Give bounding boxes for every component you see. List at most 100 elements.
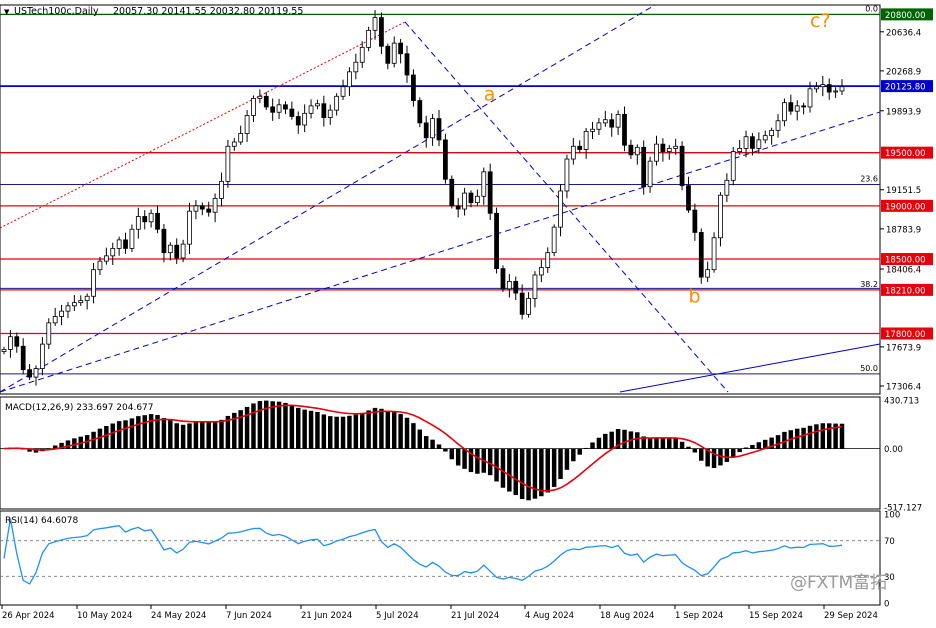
macd-bar [391, 412, 397, 449]
candle-up [647, 160, 653, 188]
macd-bar [193, 422, 199, 449]
candle-down [206, 208, 212, 213]
candle [711, 232, 717, 273]
macd-bar [308, 410, 314, 449]
candle-up [833, 90, 838, 93]
price-tag-text-7: 17800.00 [885, 330, 926, 340]
candle-up [340, 86, 346, 97]
chart-svg[interactable]: 0.023.638.250.0 abc? 430.7130.00-517.127… [0, 0, 936, 624]
macd-bar [756, 442, 762, 449]
rsi-tick-label-3: 0 [884, 600, 889, 610]
macd-bar [603, 433, 608, 449]
x-tick-label-11: 29 Sep 2024 [824, 611, 878, 621]
candle-up [308, 105, 314, 114]
wave-label-1: b [688, 286, 700, 308]
x-tick-label-6: 21 Jul 2024 [451, 611, 499, 621]
candle-down [826, 84, 832, 93]
macd-bar [334, 416, 339, 449]
macd-bar [168, 420, 173, 449]
candle-up [666, 148, 672, 153]
chart-window: 0.0 23.6 38.2 50.0 a b c? 430.713 0.00 -517.127… [0, 0, 936, 624]
macd-bar [276, 401, 282, 449]
candle-down [622, 113, 627, 146]
macd-bar [667, 438, 672, 449]
candle-up [97, 260, 103, 271]
candle-up [302, 112, 308, 126]
candle-down [398, 42, 403, 55]
macd-bar [72, 438, 77, 449]
candle-down [436, 118, 442, 141]
macd-bar [519, 448, 525, 500]
candle-down [27, 369, 32, 378]
macd-bar [750, 444, 755, 449]
macd-bar [206, 422, 211, 449]
macd-bar [161, 418, 167, 449]
macd-bar [180, 424, 186, 449]
candle-up [545, 252, 551, 268]
x-tick-label-1: 10 May 2024 [77, 611, 132, 621]
candle-down [577, 145, 583, 150]
macd-bar [289, 405, 295, 449]
macd-bar [200, 421, 205, 449]
price-panel-frame [0, 4, 881, 395]
candle-down [513, 280, 519, 294]
candle [679, 141, 685, 191]
candle-up [347, 71, 352, 88]
fib-label-3: 23.6 [860, 174, 878, 183]
y-tick-label-0: 20636.4 [886, 28, 921, 38]
macd-bar [423, 436, 429, 449]
candle-down [199, 205, 205, 210]
candle-up [315, 103, 320, 107]
candle-up [251, 98, 256, 116]
fib-label-8: 50.0 [860, 364, 878, 373]
candle-up [366, 29, 372, 48]
macd-bar [296, 407, 301, 449]
macd-bar [430, 439, 435, 449]
macd-bar [251, 403, 256, 449]
candle-down [423, 122, 429, 139]
y-tick-label-6: 17673.9 [886, 343, 921, 353]
macd-bar [507, 448, 512, 492]
candle-down [404, 53, 410, 76]
candle-up [353, 61, 359, 73]
macd-bar [398, 414, 403, 449]
price-axis: 20800.00 20125.80 19500.00 19000.00 18500.00… [880, 8, 933, 393]
candle-down [142, 216, 148, 223]
macd-bar [564, 448, 570, 470]
macd-bar [814, 424, 819, 449]
candle-up [474, 195, 480, 204]
candle-down [321, 103, 327, 118]
x-tick-label-2: 24 May 2024 [151, 611, 206, 621]
candle-down [443, 139, 448, 180]
candle-down [289, 108, 295, 117]
macd-bar [583, 447, 589, 449]
macd-tick-label-0: 430.713 [884, 397, 919, 407]
macd-bar [571, 448, 576, 462]
candle-up [167, 244, 173, 254]
symbol-title: USTech100c,Daily [14, 6, 99, 17]
price-tag-text-5: 18500.00 [885, 256, 926, 266]
rsi-tick-label-1: 70 [884, 537, 895, 547]
macd-bar [110, 423, 115, 449]
candle-up [526, 297, 531, 315]
candle-up [570, 145, 576, 160]
candle-up [430, 118, 435, 139]
candle-up [730, 151, 736, 181]
macd-bar [359, 412, 365, 449]
x-tick-label-3: 7 Jun 2024 [226, 611, 272, 621]
macd-bar [820, 423, 826, 449]
macd-bar [647, 437, 653, 449]
macd-bar [654, 437, 659, 449]
macd-bar [270, 401, 275, 449]
candle-up [654, 143, 659, 162]
candle-up [39, 343, 45, 369]
macd-bar [174, 423, 179, 449]
macd-bar [532, 448, 538, 499]
candle-up [820, 84, 826, 88]
macd-bar [257, 401, 263, 449]
y-tick-label-5: 18406.4 [886, 265, 921, 275]
x-tick-label-4: 21 Jun 2024 [301, 611, 352, 621]
macd-bar [775, 435, 781, 449]
menu-arrow-icon[interactable]: ▼ [4, 8, 10, 16]
macd-bar [302, 409, 307, 449]
